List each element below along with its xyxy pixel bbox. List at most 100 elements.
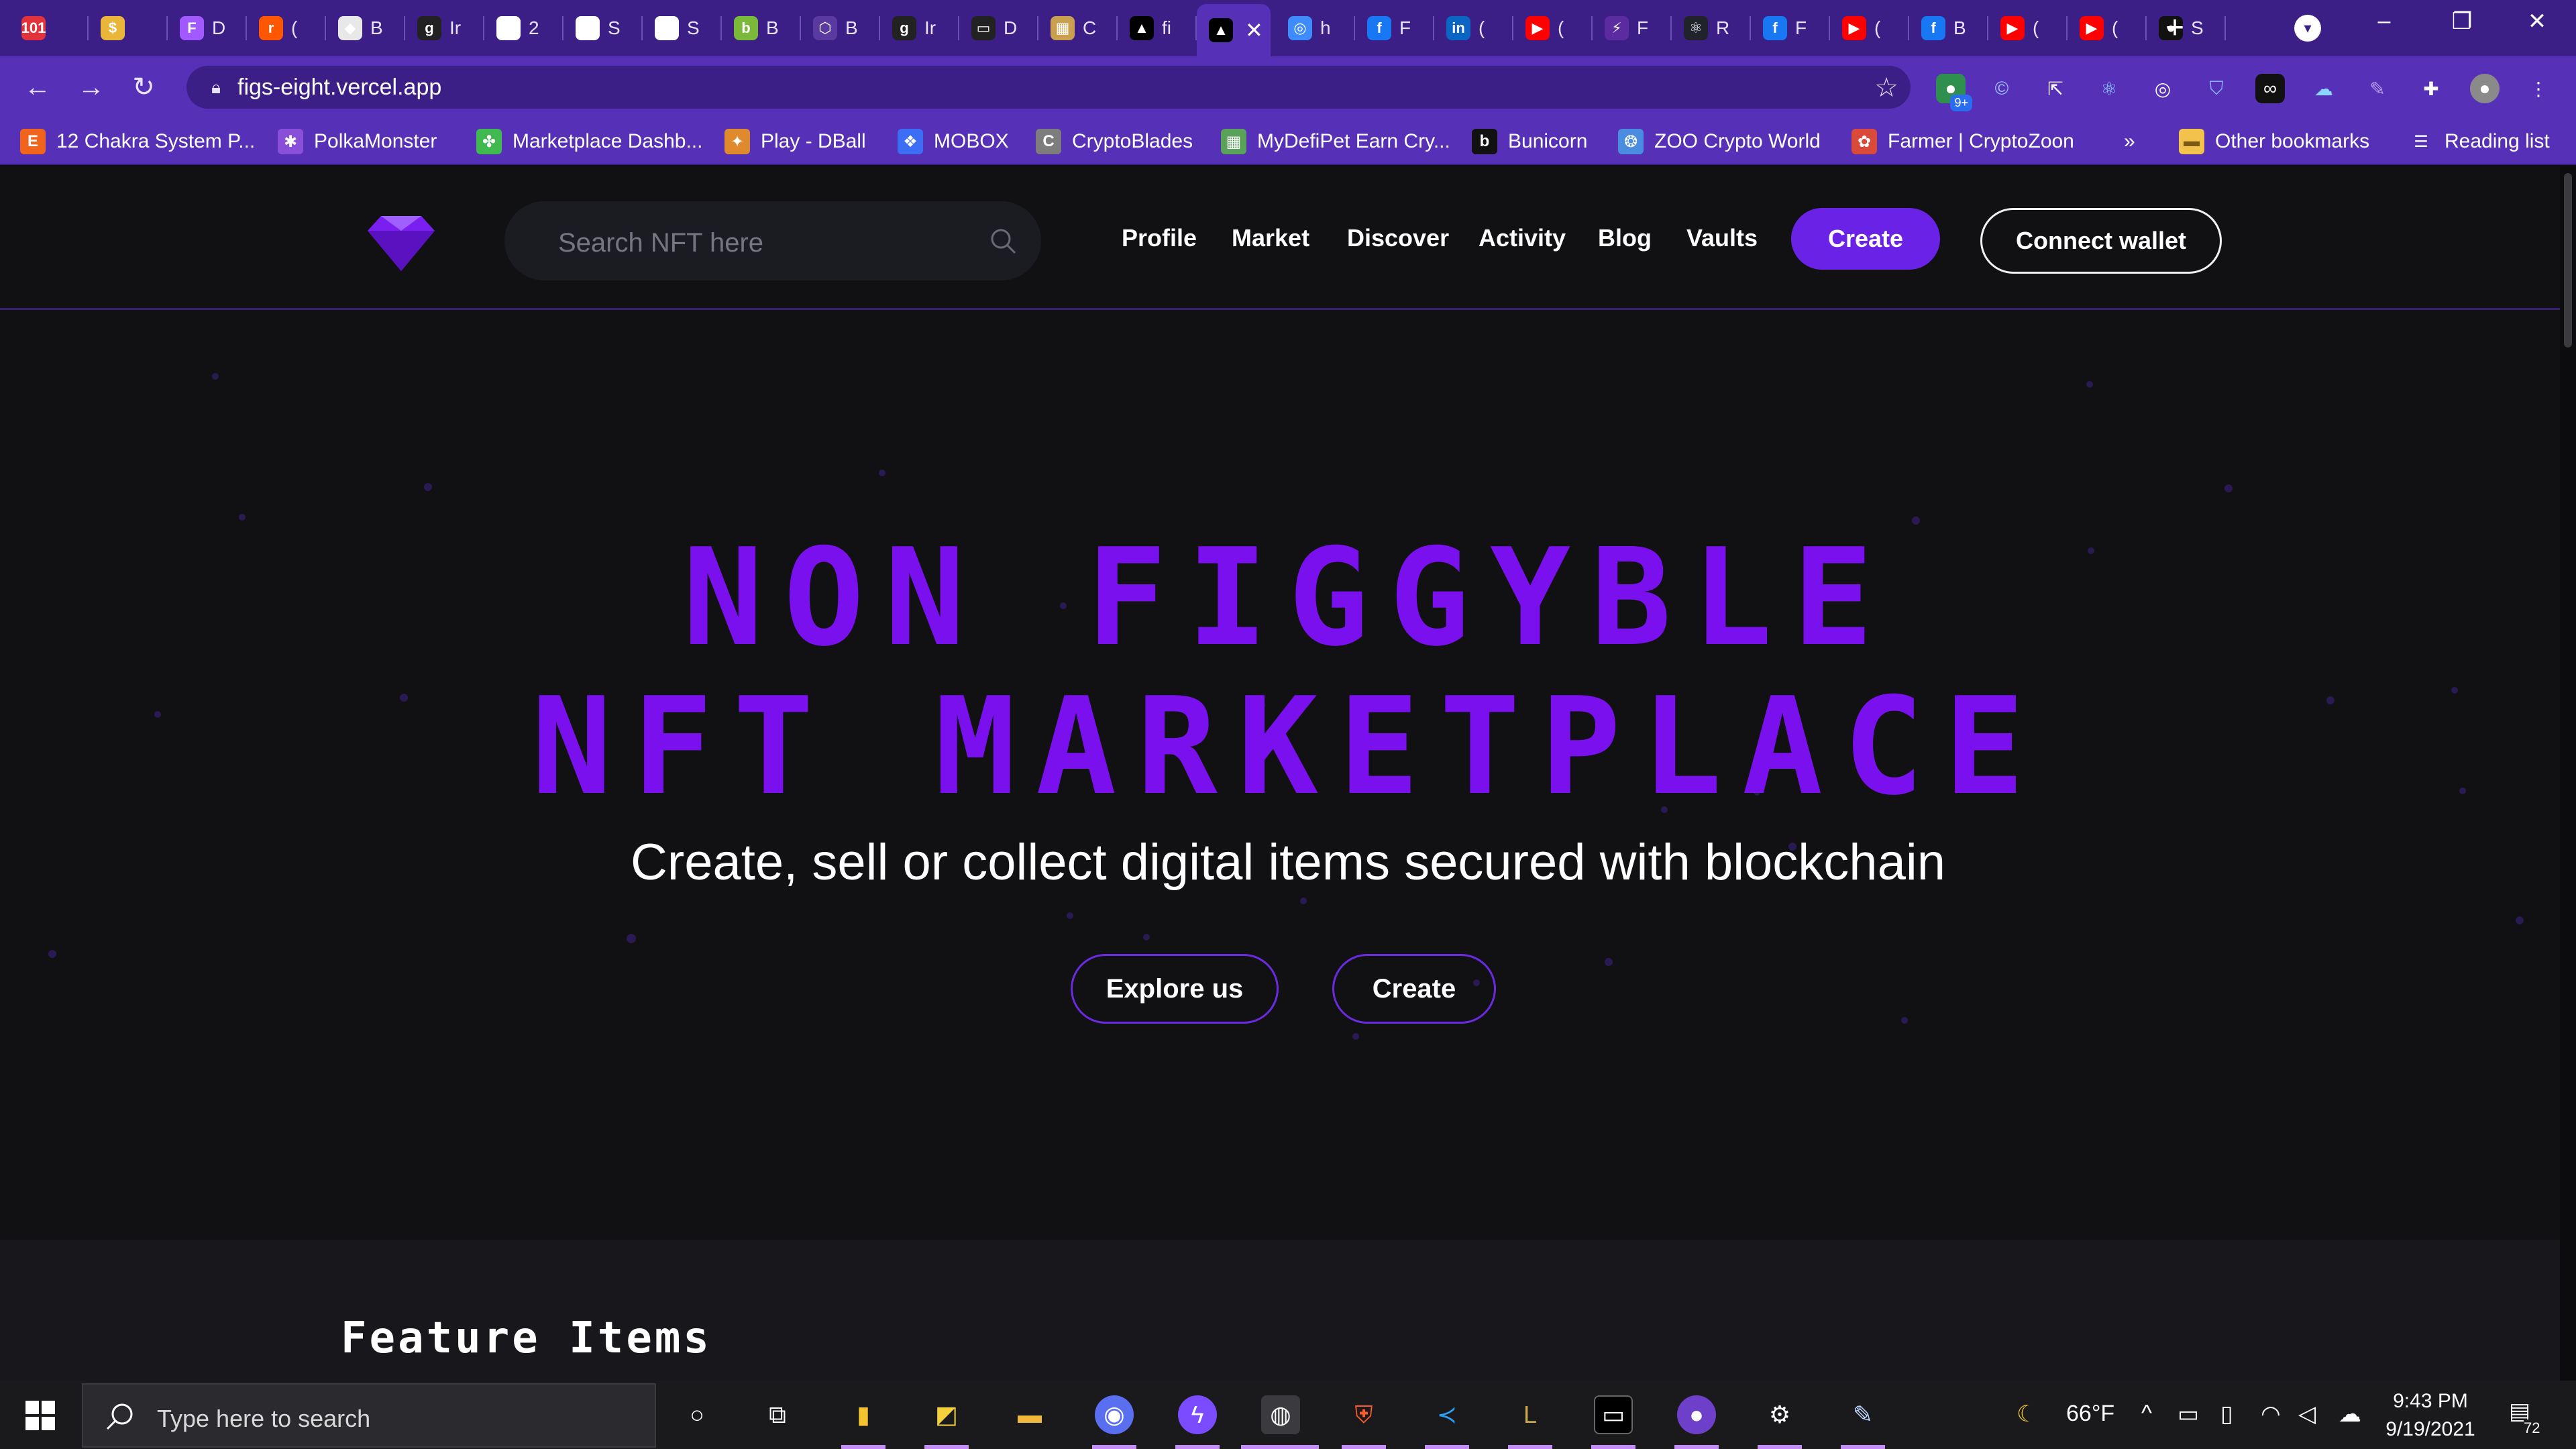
search-icon[interactable] [989, 227, 1017, 255]
close-tab-icon[interactable]: ✕ [1245, 17, 1263, 43]
close-window-icon[interactable]: ✕ [2517, 8, 2557, 35]
discord-icon[interactable]: ◉ [1095, 1395, 1134, 1434]
tab-search-icon[interactable]: ▾ [2294, 15, 2321, 42]
browser-tab[interactable]: in ( [1434, 7, 1513, 50]
url-text[interactable]: figs-eight.vercel.app [237, 75, 441, 99]
system-clock[interactable]: 9:43 PM 9/19/2021 [2380, 1387, 2481, 1444]
bookmark-item[interactable]: ✿ Farmer | CryptoZoon [1851, 127, 2074, 156]
weather-temperature[interactable]: 66°F [2066, 1401, 2114, 1427]
bookmark-item[interactable]: b Bunicorn [1472, 127, 1587, 156]
nav-market[interactable]: Market [1232, 224, 1309, 252]
browser-tab[interactable]: ⬡ B [801, 7, 880, 50]
extension-icon[interactable]: ● 9+ [1936, 74, 1972, 111]
menu-kebab-icon[interactable]: ⋮ [2524, 74, 2553, 103]
browser-tab[interactable]: ▶( [1830, 7, 1909, 50]
browser-tab[interactable]: g Ir [880, 7, 959, 50]
wifi-icon[interactable]: ◠ [2261, 1401, 2281, 1428]
other-bookmarks-folder[interactable]: ▬ Other bookmarks [2179, 127, 2369, 156]
bookmark-item[interactable]: E 12 Chakra System P... [20, 127, 255, 156]
bookmark-item[interactable]: ▦ MyDefiPet Earn Cry... [1221, 127, 1450, 156]
connect-wallet-button[interactable]: Connect wallet [1980, 208, 2222, 274]
browser-tab[interactable]: bB [722, 7, 801, 50]
browser-tab[interactable]: ⚡ F [1593, 7, 1672, 50]
extensions-puzzle-icon[interactable]: ✚ [2416, 74, 2446, 103]
browser-tab[interactable]: ▶( [1513, 7, 1593, 50]
browser-tab[interactable]: ◎ h [1276, 7, 1355, 50]
messenger-icon[interactable]: ϟ [1178, 1395, 1217, 1434]
bookmark-item[interactable]: ✱ PolkaMonster [278, 127, 437, 156]
browser-tab[interactable]: g Ir [405, 7, 484, 50]
taskbar-search-box[interactable]: Type here to search [82, 1383, 656, 1448]
bookmark-item[interactable]: C CryptoBlades [1036, 127, 1193, 156]
tray-overflow-icon[interactable]: ^ [2141, 1401, 2152, 1427]
nft-search-input[interactable]: Search NFT here [504, 201, 1041, 280]
browser-tab[interactable]: CS [564, 7, 643, 50]
volume-icon[interactable]: ◁ [2298, 1401, 2316, 1428]
browser-tab[interactable]: 101 [9, 7, 89, 50]
file-icon[interactable]: ▮ [844, 1395, 883, 1434]
browser-tab[interactable]: ▲ fi [1118, 7, 1197, 50]
explore-us-button[interactable]: Explore us [1071, 954, 1279, 1024]
browser-tab[interactable]: ◆ B [326, 7, 405, 50]
new-tab-button[interactable]: + [2165, 12, 2184, 44]
browser-tab[interactable]: ▶( [2068, 7, 2147, 50]
nav-discover[interactable]: Discover [1347, 224, 1449, 252]
task-view-icon[interactable]: ⧉ [758, 1395, 797, 1434]
brave-icon[interactable]: ⛨ [1344, 1395, 1383, 1434]
shield-extension-icon[interactable]: ⛉ [2202, 74, 2231, 103]
bookmark-item[interactable]: ✦ Play - DBall [724, 127, 866, 156]
github-desktop-icon[interactable]: ● [1677, 1395, 1716, 1434]
moon-weather-icon[interactable]: ☾ [2017, 1401, 2037, 1428]
reading-list-button[interactable]: ☰ Reading list [2408, 127, 2550, 156]
browser-tab[interactable]: C2 [484, 7, 564, 50]
extension-icon[interactable]: © [1987, 74, 2017, 103]
browser-tab[interactable]: ▭ D [959, 7, 1038, 50]
browser-tab[interactable]: ● S [2147, 7, 2226, 50]
reload-icon[interactable]: ↻ [126, 70, 161, 105]
bookmark-item[interactable]: ✤ Marketplace Dashb... [476, 127, 702, 156]
bookmark-item[interactable]: ❖ MOBOX [898, 127, 1009, 156]
file-explorer-icon[interactable]: ▬ [1010, 1395, 1049, 1434]
onedrive-cloud-icon[interactable]: ☁ [2339, 1401, 2361, 1428]
glasses-extension-icon[interactable]: ∞ [2255, 74, 2285, 103]
device-icon[interactable]: ▯ [2220, 1401, 2233, 1428]
record-extension-icon[interactable]: ◎ [2148, 74, 2178, 103]
browser-tab[interactable]: ▶( [1988, 7, 2068, 50]
nav-activity[interactable]: Activity [1479, 224, 1566, 252]
cloud-extension-icon[interactable]: ☁ [2309, 74, 2339, 103]
header-create-button[interactable]: Create [1791, 208, 1940, 270]
bookmark-star-icon[interactable]: ☆ [1874, 72, 1898, 103]
bookmarks-overflow-button[interactable]: » [2124, 127, 2135, 156]
windows-start-icon[interactable] [25, 1401, 55, 1430]
cursor-extension-icon[interactable]: ⇱ [2041, 74, 2070, 103]
browser-tab[interactable]: CS [643, 7, 722, 50]
battery-icon[interactable]: ▭ [2178, 1401, 2199, 1428]
profile-avatar[interactable]: ● [2470, 74, 2500, 103]
nav-blog[interactable]: Blog [1598, 224, 1652, 252]
browser-tab[interactable]: ▦ C [1038, 7, 1118, 50]
feather-extension-icon[interactable]: ✎ [2363, 74, 2392, 103]
browser-tab[interactable]: fB [1909, 7, 1988, 50]
browser-tab[interactable]: FD [168, 7, 247, 50]
page-scrollbar[interactable] [2560, 166, 2576, 1381]
diamond-logo-icon[interactable] [354, 207, 448, 280]
tab-active[interactable]: ▲ ✕ [1197, 4, 1271, 56]
paint-icon[interactable]: ✎ [1843, 1395, 1882, 1434]
browser-tab[interactable]: r( [247, 7, 326, 50]
vscode-icon[interactable]: ≺ [1428, 1395, 1466, 1434]
address-bar[interactable]: 🔒︎ figs-eight.vercel.app ☆ [186, 66, 1911, 109]
minimize-icon[interactable]: – [2364, 8, 2404, 34]
cortana-icon[interactable]: ○ [678, 1395, 716, 1434]
react-devtools-icon[interactable]: ⚛ [2094, 74, 2124, 103]
lock-icon[interactable]: 🔒︎ [204, 75, 228, 99]
sticky-notes-icon[interactable]: ◩ [927, 1395, 966, 1434]
browser-tab[interactable]: fF [1355, 7, 1434, 50]
scrollbar-thumb[interactable] [2564, 173, 2572, 347]
nav-profile[interactable]: Profile [1122, 224, 1197, 252]
league-icon[interactable]: L [1511, 1395, 1550, 1434]
bookmark-item[interactable]: ❂ ZOO Crypto World [1618, 127, 1821, 156]
chrome-icon[interactable]: ◍ [1261, 1395, 1300, 1434]
restore-icon[interactable]: ❐ [2442, 8, 2482, 35]
nav-vaults[interactable]: Vaults [1686, 224, 1758, 252]
forward-icon[interactable]: → [74, 70, 109, 105]
